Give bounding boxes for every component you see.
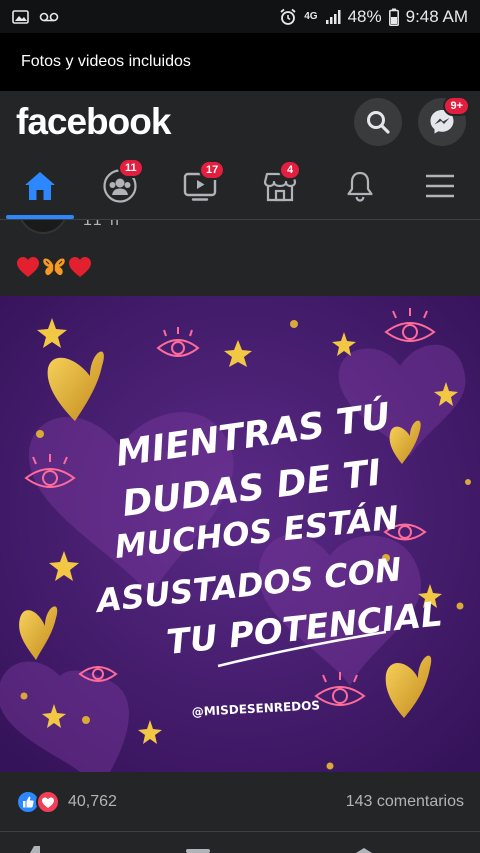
bell-icon — [345, 170, 375, 202]
tab-menu[interactable] — [400, 153, 480, 219]
watch-icon: 17 — [183, 160, 226, 202]
banner-text: Fotos y videos incluidos — [21, 53, 191, 70]
news-feed[interactable]: 11 h MIENTRAS TÚ DUDAS DE TI MUCHOS ESTÁ… — [0, 220, 480, 853]
menu-icon — [425, 173, 455, 199]
heart-emoji — [69, 257, 91, 277]
share-action-icon — [356, 848, 372, 853]
messenger-badge: 9+ — [443, 96, 470, 116]
marketplace-badge: 4 — [279, 160, 301, 180]
groups-icon: 11 — [102, 158, 144, 204]
reactions-bar: 40,762 143 comentarios — [0, 772, 480, 832]
post-actions-peek — [0, 840, 480, 853]
messenger-button[interactable]: 9+ — [418, 96, 470, 146]
network-type: 4G — [304, 10, 318, 22]
tab-groups[interactable]: 11 — [80, 153, 160, 219]
voicemail-icon — [39, 12, 59, 22]
heart-emoji — [17, 257, 39, 277]
author-avatar[interactable] — [18, 220, 68, 234]
clock: 9:48 AM — [405, 6, 468, 26]
comments-count[interactable]: 143 comentarios — [346, 793, 464, 811]
comment-action-icon — [186, 849, 210, 853]
tab-notifications[interactable] — [320, 153, 400, 219]
reaction-count[interactable]: 40,762 — [68, 793, 117, 811]
post-text — [16, 256, 92, 278]
post-header: 11 h — [0, 220, 480, 234]
app-header: facebook 9+ — [0, 91, 480, 153]
post-time: 11 h — [83, 220, 121, 229]
like-action-icon — [30, 846, 40, 853]
love-reaction-icon — [36, 789, 60, 814]
battery-icon — [388, 8, 399, 26]
battery-percent: 48% — [347, 6, 382, 26]
search-button[interactable] — [354, 98, 402, 146]
watch-badge: 17 — [199, 160, 226, 180]
marketplace-icon: 4 — [263, 160, 301, 202]
home-icon — [23, 170, 57, 202]
groups-badge: 11 — [118, 158, 144, 178]
post-image[interactable]: MIENTRAS TÚ DUDAS DE TI MUCHOS ESTÁN ASU… — [0, 296, 480, 772]
nav-tabs: 11 17 4 — [0, 153, 480, 220]
facebook-logo[interactable]: facebook — [16, 101, 171, 143]
alarm-icon — [279, 8, 297, 26]
tab-watch[interactable]: 17 — [160, 153, 240, 219]
data-banner[interactable]: Fotos y videos incluidos — [0, 33, 480, 91]
gallery-icon — [12, 9, 29, 24]
tab-marketplace[interactable]: 4 — [240, 153, 320, 219]
status-bar: 4G 48% 9:48 AM — [0, 0, 480, 33]
signal-icon — [325, 9, 341, 25]
reaction-icons[interactable] — [16, 789, 60, 814]
tab-home[interactable] — [0, 153, 80, 219]
butterfly-emoji — [43, 258, 65, 276]
search-icon — [367, 111, 390, 134]
